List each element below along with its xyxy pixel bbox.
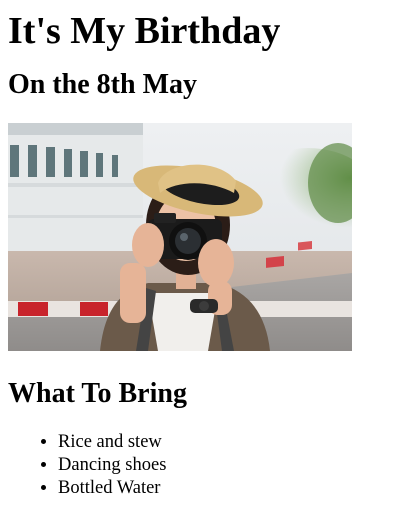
page-title: It's My Birthday bbox=[8, 10, 281, 52]
page-body: It's My Birthday On the 8th May What To … bbox=[0, 8, 407, 500]
list-item: Rice and stew bbox=[58, 431, 399, 454]
list-item: Dancing shoes bbox=[58, 454, 399, 477]
photographer-photo bbox=[8, 123, 352, 351]
page-subtitle: On the 8th May bbox=[8, 69, 197, 100]
section-heading-what-to-bring: What To Bring bbox=[8, 378, 187, 409]
list-item: Bottled Water bbox=[58, 477, 399, 500]
bring-list: Rice and stew Dancing shoes Bottled Wate… bbox=[8, 431, 399, 500]
